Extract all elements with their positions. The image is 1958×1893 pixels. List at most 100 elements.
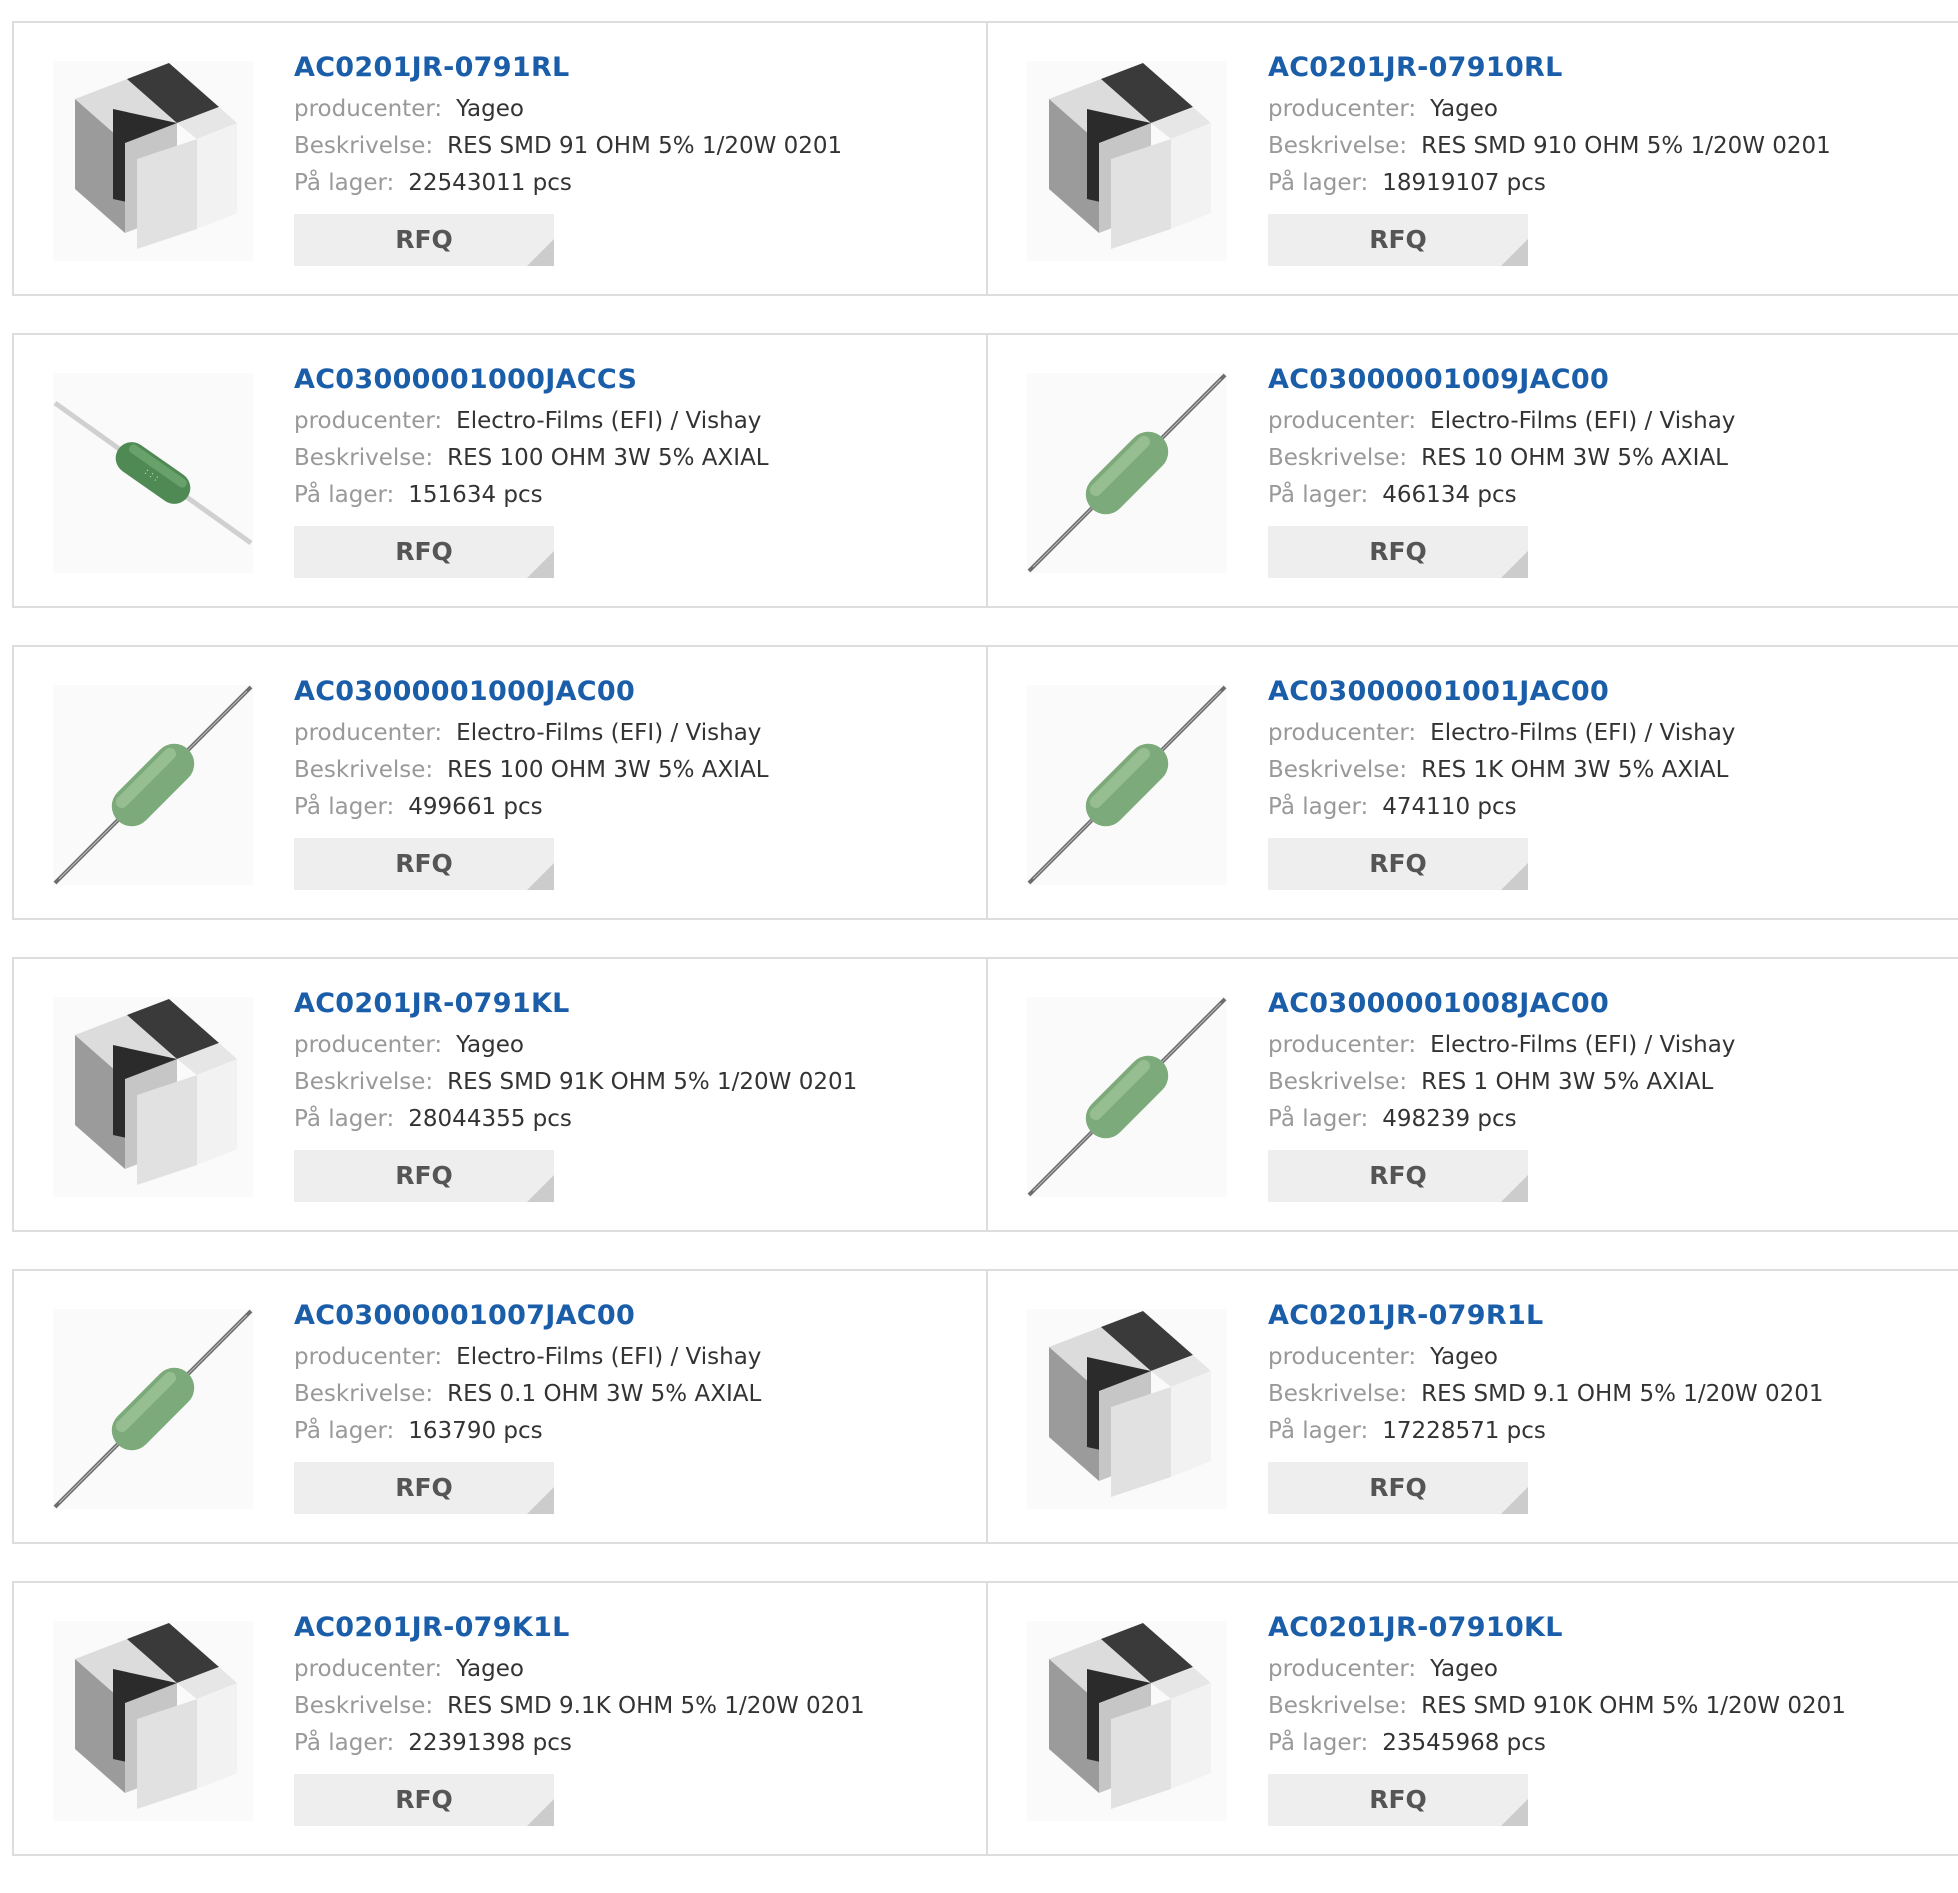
stock-label: På lager: <box>1268 1418 1369 1444</box>
product-card: AC0201JR-0791KL producenter: Yageo Beskri… <box>14 959 986 1230</box>
rfq-button-label: RFQ <box>1369 1473 1427 1502</box>
part-number-link[interactable]: AC03000001008JAC00 <box>1268 986 1735 1022</box>
manufacturer-label: producenter: <box>1268 1032 1417 1058</box>
rfq-corner-icon <box>527 551 554 578</box>
axial-resistor-icon[interactable] <box>53 1309 253 1509</box>
axial-resistor-light-icon[interactable]: : : : <box>53 373 253 573</box>
stock-label: På lager: <box>1268 1106 1369 1132</box>
rfq-corner-icon <box>1501 863 1528 890</box>
part-number-link[interactable]: AC0201JR-07910RL <box>1268 50 1831 86</box>
stock-line: På lager: 18919107 pcs <box>1268 165 1831 202</box>
axial-resistor-icon[interactable] <box>1027 997 1227 1197</box>
product-card: AC03000001000JAC00 producenter: Electro-F… <box>14 647 986 918</box>
stock-label: På lager: <box>1268 794 1369 820</box>
description-value: RES SMD 910 OHM 5% 1/20W 0201 <box>1421 133 1831 159</box>
manufacturer-line: producenter: Yageo <box>1268 1651 1846 1688</box>
stock-value: 498239 pcs <box>1382 1106 1517 1132</box>
part-number-link[interactable]: AC03000001007JAC00 <box>294 1298 761 1334</box>
rfq-corner-icon <box>527 1799 554 1826</box>
description-line: Beskrivelse: RES SMD 9.1 OHM 5% 1/20W 020… <box>1268 1376 1824 1413</box>
rfq-button[interactable]: RFQ <box>294 214 554 266</box>
manufacturer-label: producenter: <box>294 720 443 746</box>
rfq-button[interactable]: RFQ <box>1268 1462 1528 1514</box>
part-number-link[interactable]: AC03000001001JAC00 <box>1268 674 1735 710</box>
stock-label: På lager: <box>294 794 395 820</box>
rfq-button[interactable]: RFQ <box>1268 838 1528 890</box>
stock-label: På lager: <box>294 170 395 196</box>
rfq-button[interactable]: RFQ <box>1268 1150 1528 1202</box>
rfq-button[interactable]: RFQ <box>294 1150 554 1202</box>
stock-line: På lager: 17228571 pcs <box>1268 1413 1824 1450</box>
chip-resistor-icon[interactable] <box>53 997 253 1197</box>
product-card: AC0201JR-07910KL producenter: Yageo Beskr… <box>986 1583 1958 1854</box>
part-number-link[interactable]: AC03000001000JACCS <box>294 362 769 398</box>
product-card: AC03000001007JAC00 producenter: Electro-F… <box>14 1271 986 1542</box>
rfq-button[interactable]: RFQ <box>294 526 554 578</box>
part-number-link[interactable]: AC03000001000JAC00 <box>294 674 769 710</box>
stock-value: 466134 pcs <box>1382 482 1517 508</box>
stock-value: 163790 pcs <box>408 1418 543 1444</box>
chip-resistor-icon[interactable] <box>53 61 253 261</box>
description-label: Beskrivelse: <box>1268 445 1408 471</box>
description-label: Beskrivelse: <box>294 445 434 471</box>
stock-value: 28044355 pcs <box>408 1106 572 1132</box>
stock-label: På lager: <box>294 1418 395 1444</box>
stock-value: 17228571 pcs <box>1382 1418 1546 1444</box>
manufacturer-label: producenter: <box>1268 1656 1417 1682</box>
axial-resistor-icon[interactable] <box>1027 373 1227 573</box>
part-number-link[interactable]: AC0201JR-0791KL <box>294 986 857 1022</box>
chip-resistor-icon[interactable] <box>1027 1621 1227 1821</box>
stock-label: På lager: <box>294 1106 395 1132</box>
rfq-button[interactable]: RFQ <box>294 838 554 890</box>
manufacturer-line: producenter: Electro-Films (EFI) / Vishay <box>294 715 769 752</box>
product-card: AC0201JR-079R1L producenter: Yageo Beskri… <box>986 1271 1958 1542</box>
description-line: Beskrivelse: RES 100 OHM 3W 5% AXIAL <box>294 752 769 789</box>
part-number-link[interactable]: AC0201JR-079K1L <box>294 1610 865 1646</box>
stock-label: På lager: <box>294 1730 395 1756</box>
description-line: Beskrivelse: RES 0.1 OHM 3W 5% AXIAL <box>294 1376 761 1413</box>
chip-resistor-icon[interactable] <box>1027 61 1227 261</box>
rfq-button[interactable]: RFQ <box>294 1462 554 1514</box>
rfq-button-label: RFQ <box>395 1161 453 1190</box>
manufacturer-value: Electro-Films (EFI) / Vishay <box>456 1344 762 1370</box>
product-info: AC0201JR-07910KL producenter: Yageo Beskr… <box>1268 1610 1846 1826</box>
manufacturer-value: Yageo <box>456 1656 524 1682</box>
stock-label: På lager: <box>1268 482 1369 508</box>
rfq-button-label: RFQ <box>1369 1785 1427 1814</box>
rfq-button-label: RFQ <box>1369 849 1427 878</box>
description-label: Beskrivelse: <box>294 1693 434 1719</box>
chip-resistor-icon[interactable] <box>1027 1309 1227 1509</box>
manufacturer-label: producenter: <box>1268 720 1417 746</box>
product-card: AC03000001009JAC00 producenter: Electro-F… <box>986 335 1958 606</box>
stock-value: 474110 pcs <box>1382 794 1517 820</box>
part-number-link[interactable]: AC0201JR-07910KL <box>1268 1610 1846 1646</box>
part-number-link[interactable]: AC0201JR-0791RL <box>294 50 842 86</box>
chip-resistor-icon[interactable] <box>53 1621 253 1821</box>
rfq-button-label: RFQ <box>1369 1161 1427 1190</box>
stock-line: På lager: 466134 pcs <box>1268 477 1735 514</box>
description-label: Beskrivelse: <box>294 757 434 783</box>
description-line: Beskrivelse: RES SMD 910 OHM 5% 1/20W 020… <box>1268 128 1831 165</box>
axial-resistor-icon[interactable] <box>1027 685 1227 885</box>
product-row: AC0201JR-079K1L producenter: Yageo Beskri… <box>12 1581 1958 1856</box>
rfq-button[interactable]: RFQ <box>1268 214 1528 266</box>
description-value: RES 10 OHM 3W 5% AXIAL <box>1421 445 1728 471</box>
part-number-link[interactable]: AC03000001009JAC00 <box>1268 362 1735 398</box>
stock-value: 499661 pcs <box>408 794 543 820</box>
product-info: AC03000001009JAC00 producenter: Electro-F… <box>1268 362 1735 578</box>
rfq-button[interactable]: RFQ <box>1268 526 1528 578</box>
rfq-corner-icon <box>527 863 554 890</box>
axial-resistor-icon[interactable] <box>53 685 253 885</box>
stock-line: På lager: 474110 pcs <box>1268 789 1735 826</box>
part-number-link[interactable]: AC0201JR-079R1L <box>1268 1298 1824 1334</box>
manufacturer-line: producenter: Electro-Films (EFI) / Vishay <box>294 1339 761 1376</box>
stock-label: På lager: <box>1268 170 1369 196</box>
stock-line: På lager: 28044355 pcs <box>294 1101 857 1138</box>
rfq-button[interactable]: RFQ <box>1268 1774 1528 1826</box>
manufacturer-value: Electro-Films (EFI) / Vishay <box>1430 408 1736 434</box>
product-card: AC0201JR-0791RL producenter: Yageo Beskri… <box>14 23 986 294</box>
product-info: AC03000001007JAC00 producenter: Electro-F… <box>294 1298 761 1514</box>
rfq-button[interactable]: RFQ <box>294 1774 554 1826</box>
rfq-corner-icon <box>1501 551 1528 578</box>
manufacturer-label: producenter: <box>1268 1344 1417 1370</box>
